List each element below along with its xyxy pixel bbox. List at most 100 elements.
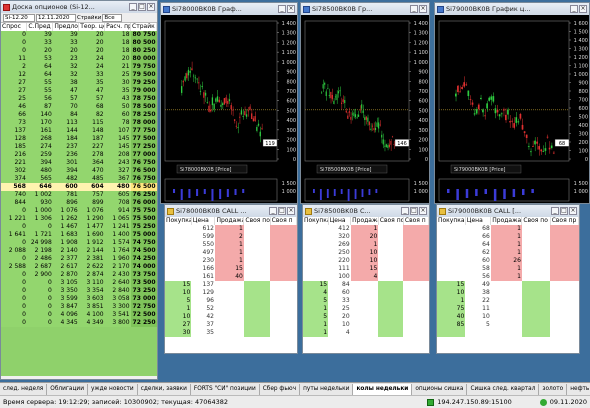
- bid-row[interactable]: 40 10: [437, 313, 579, 321]
- close-icon[interactable]: ×: [147, 3, 155, 11]
- column-header[interactable]: Предложе: [52, 23, 80, 31]
- option-board-row[interactable]: 0 39 39 20 18 80 750: [1, 31, 157, 39]
- option-board-row[interactable]: 302 480 394 470 327 76 500: [1, 167, 157, 175]
- option-board-row[interactable]: 12 64 32 33 25 79 500: [1, 71, 157, 79]
- option-board-row[interactable]: 740 1 002 781 757 605 76 250: [1, 191, 157, 199]
- workspace-tab[interactable]: след. неделя: [0, 383, 48, 395]
- workspace-tab[interactable]: колы недельки: [353, 383, 413, 395]
- workspace-tab[interactable]: Облигации: [47, 383, 88, 395]
- option-board-row[interactable]: 374 565 482 485 367 76 750: [1, 175, 157, 183]
- option-board-row[interactable]: 11 53 23 24 20 80 000: [1, 55, 157, 63]
- ask-row[interactable]: 161 40: [165, 273, 297, 281]
- minimize-icon[interactable]: _: [551, 207, 559, 215]
- order-book-titlebar-3[interactable]: Si79000BK0B CALL [... _ □ ×: [437, 205, 579, 217]
- bid-row[interactable]: 10 38: [437, 289, 579, 297]
- option-board-row[interactable]: 27 55 38 35 30 79 250: [1, 79, 157, 87]
- option-board-row[interactable]: 137 161 144 148 107 77 750: [1, 127, 157, 135]
- workspace-tab[interactable]: Сбер фьюч: [259, 383, 301, 395]
- chart-titlebar-1[interactable]: Si78000BK0B Граф... _ ×: [161, 3, 297, 15]
- price-chart-3[interactable]: 1 600 1 500 1 400 1 300 1 200 1 100 1 000 900 80…: [435, 15, 589, 203]
- option-board-row[interactable]: 66 140 84 82 60 78 250: [1, 111, 157, 119]
- ask-row[interactable]: 56 1: [437, 273, 579, 281]
- ask-row[interactable]: 269 1: [303, 241, 429, 249]
- option-board-row[interactable]: 128 268 184 187 145 77 500: [1, 135, 157, 143]
- ask-row[interactable]: 166 15: [165, 265, 297, 273]
- column-header[interactable]: Страйк: [130, 23, 157, 31]
- ask-row[interactable]: 250 10: [303, 249, 429, 257]
- option-board-row[interactable]: 0 2 486 2 377 2 381 1 960 74 250: [1, 255, 157, 263]
- ask-row[interactable]: 550 1: [165, 241, 297, 249]
- option-board-row[interactable]: 0 0 3 105 3 110 2 640 73 500: [1, 279, 157, 287]
- strike-select[interactable]: Все: [102, 13, 123, 22]
- bid-row[interactable]: 15 137: [165, 281, 297, 289]
- column-header[interactable]: Покупка: [165, 217, 192, 225]
- option-board-row[interactable]: 0 1 000 1 076 1 076 914 75 750: [1, 207, 157, 215]
- option-board-row[interactable]: 0 0 3 599 3 603 3 058 73 000: [1, 295, 157, 303]
- option-board-row[interactable]: 844 930 896 899 708 76 000: [1, 199, 157, 207]
- option-board-row[interactable]: 1 641 1 721 1 683 1 690 1 400 75 000: [1, 231, 157, 239]
- option-board-row[interactable]: 0 0 4 345 4 349 3 800 72 250: [1, 319, 157, 327]
- ask-row[interactable]: 111 15: [303, 265, 429, 273]
- minimize-icon[interactable]: _: [278, 5, 286, 13]
- option-board-row[interactable]: 46 87 70 68 50 78 500: [1, 103, 157, 111]
- workspace-tab[interactable]: FORTS "СИ" позиции: [190, 383, 260, 395]
- option-board-row[interactable]: 0 0 4 096 4 100 3 541 72 500: [1, 311, 157, 319]
- price-chart-1[interactable]: 1 400 1 300 1 200 1 100 1 000 900 800 700 600 500…: [161, 15, 297, 203]
- maximize-icon[interactable]: □: [278, 207, 286, 215]
- chart-titlebar-2[interactable]: Si78500BK0B Гр... _ ×: [301, 3, 429, 15]
- price-chart-2[interactable]: 1 400 1 300 1 200 1 100 1 000 900 800 700 600 500…: [301, 15, 429, 203]
- column-header[interactable]: Своя по: [521, 217, 551, 225]
- maximize-icon[interactable]: □: [410, 207, 418, 215]
- column-header[interactable]: С.Пред: [26, 23, 54, 31]
- ask-row[interactable]: 62 1: [437, 249, 579, 257]
- option-board-row[interactable]: 0 20 20 20 18 80 250: [1, 47, 157, 55]
- bid-row[interactable]: 14: [303, 329, 429, 337]
- series-select[interactable]: Si-12.20: [3, 13, 35, 22]
- column-header[interactable]: Цена: [465, 217, 492, 225]
- minimize-icon[interactable]: _: [129, 3, 137, 11]
- close-icon[interactable]: ×: [579, 5, 587, 13]
- ask-row[interactable]: 412 1: [303, 225, 429, 233]
- chart-titlebar-3[interactable]: Si79000BK0B График ц... _ ×: [435, 3, 589, 15]
- column-header[interactable]: Продажа: [490, 217, 523, 225]
- date-field[interactable]: 12.11.2020: [36, 13, 76, 22]
- bid-row[interactable]: 1 52: [165, 305, 297, 313]
- bid-row[interactable]: 5 20: [303, 313, 429, 321]
- column-header[interactable]: Теор. цена: [78, 23, 106, 31]
- ask-row[interactable]: 100 4: [303, 273, 429, 281]
- minimize-icon[interactable]: _: [269, 207, 277, 215]
- option-board-row[interactable]: 0 24 998 1 908 1 912 1 574 74 750: [1, 239, 157, 247]
- option-board-titlebar[interactable]: Доска опционов (Si-12... _ □ ×: [1, 1, 157, 13]
- bid-row[interactable]: 85 5: [437, 321, 579, 329]
- minimize-icon[interactable]: _: [570, 5, 578, 13]
- bid-row[interactable]: 5 33: [303, 297, 429, 305]
- workspace-tab[interactable]: Сишка след. квартал: [467, 383, 540, 395]
- ask-row[interactable]: 230 1: [165, 257, 297, 265]
- workspace-tab[interactable]: путы недельки: [300, 383, 354, 395]
- bid-row[interactable]: 1 22: [437, 297, 579, 305]
- option-board-row[interactable]: 1 221 1 306 1 262 1 290 1 065 75 500: [1, 215, 157, 223]
- column-header[interactable]: Цена: [328, 217, 352, 225]
- bid-row[interactable]: 75 11: [437, 305, 579, 313]
- column-header[interactable]: Своя по: [243, 217, 271, 225]
- maximize-icon[interactable]: □: [560, 207, 568, 215]
- column-header[interactable]: Продажа: [350, 217, 379, 225]
- column-header[interactable]: Покупка: [437, 217, 466, 225]
- bid-row[interactable]: 15 84: [303, 281, 429, 289]
- ask-row[interactable]: 60 26: [437, 257, 579, 265]
- workspace-tab[interactable]: золото: [539, 383, 568, 395]
- column-header[interactable]: Своя п: [270, 217, 297, 225]
- column-header[interactable]: Покупка: [303, 217, 329, 225]
- bid-row[interactable]: 10 129: [165, 289, 297, 297]
- ask-row[interactable]: 68 1: [437, 225, 579, 233]
- ask-row[interactable]: 497 1: [165, 249, 297, 257]
- bid-row[interactable]: 10 42: [165, 313, 297, 321]
- column-header[interactable]: Спрос: [1, 23, 28, 31]
- option-board-row[interactable]: 568 646 600 604 480 76 500: [1, 183, 157, 191]
- workspace-tab[interactable]: ужде новости: [87, 383, 138, 395]
- option-board-row[interactable]: 25 56 57 57 43 78 750: [1, 95, 157, 103]
- option-board-row[interactable]: 0 33 33 20 18 80 500: [1, 39, 157, 47]
- bid-row[interactable]: 1 10: [303, 321, 429, 329]
- option-board-row[interactable]: 0 0 1 467 1 477 1 241 75 250: [1, 223, 157, 231]
- option-board-row[interactable]: 0 0 3 350 3 354 2 840 73 250: [1, 287, 157, 295]
